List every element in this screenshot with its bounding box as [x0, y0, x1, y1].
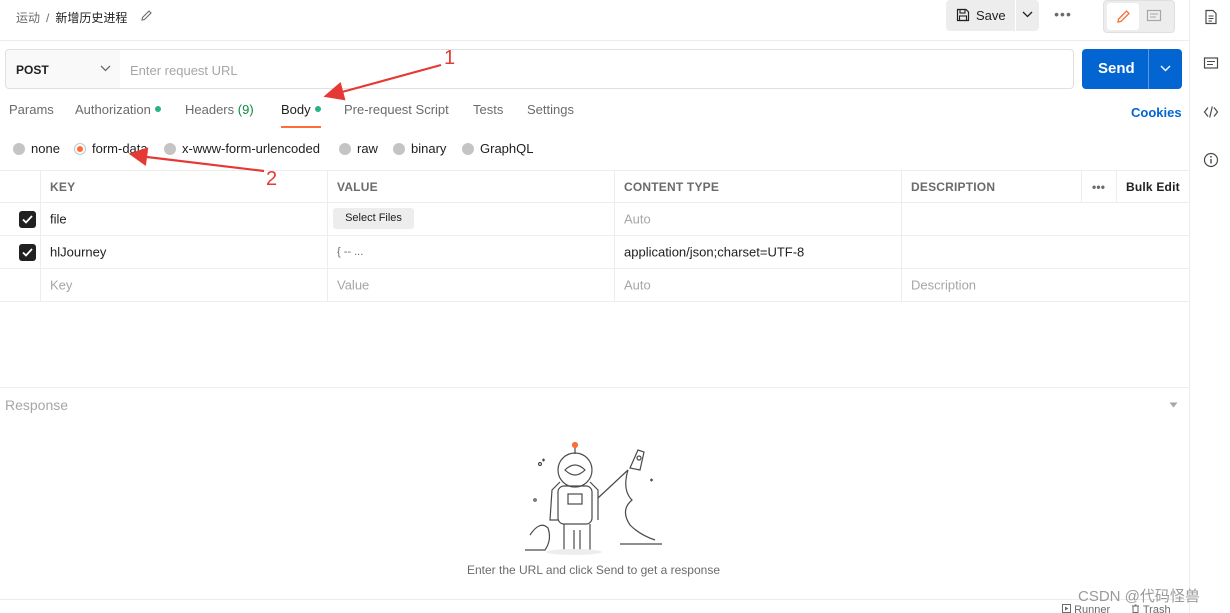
watermark: CSDN @代码怪兽: [1078, 588, 1200, 605]
tab-params[interactable]: Params: [9, 102, 54, 128]
floppy-disk-icon: [956, 8, 970, 22]
caret-down-icon[interactable]: [1169, 402, 1178, 408]
check-icon: [22, 248, 33, 257]
value-cell: Select Files: [328, 203, 615, 235]
table-row: hlJourney { -- ... application/json;char…: [0, 236, 1189, 269]
new-key-input[interactable]: Key: [41, 269, 328, 301]
body-type-x-www-form-urlencoded[interactable]: x-www-form-urlencoded: [164, 141, 320, 157]
response-empty-message: Enter the URL and click Send to get a re…: [466, 563, 721, 577]
value-cell[interactable]: { -- ...: [328, 236, 615, 268]
bulk-edit-button[interactable]: Bulk Edit: [1117, 171, 1189, 202]
radio-button[interactable]: [393, 143, 405, 155]
request-title[interactable]: 新增历史进程: [55, 11, 127, 25]
table-row: file Select Files Auto: [0, 203, 1189, 236]
radio-button[interactable]: [339, 143, 351, 155]
pencil-icon[interactable]: [140, 9, 154, 23]
save-label: Save: [976, 8, 1006, 23]
radio-button[interactable]: [13, 143, 25, 155]
body-type-raw[interactable]: raw: [339, 141, 378, 157]
key-cell[interactable]: hlJourney: [41, 236, 328, 268]
chevron-down-icon: [1022, 11, 1033, 18]
tab-headers[interactable]: Headers (9): [185, 102, 254, 128]
headers-count: (9): [237, 102, 254, 117]
breadcrumb-separator: /: [46, 11, 50, 25]
url-bar: [120, 49, 1074, 89]
select-files-button[interactable]: Select Files: [333, 208, 414, 229]
description-cell[interactable]: [902, 203, 1189, 235]
body-type-form-data[interactable]: form-data: [74, 141, 148, 157]
response-title: Response: [5, 397, 69, 413]
header-checkbox-column: [0, 171, 41, 202]
column-header-value: VALUE: [328, 171, 615, 202]
astronaut-illustration: [525, 441, 662, 555]
play-icon: [1062, 604, 1071, 613]
row-checkbox[interactable]: [19, 244, 36, 261]
send-button[interactable]: Send: [1082, 49, 1182, 89]
radio-button[interactable]: [164, 143, 176, 155]
new-description-input[interactable]: Description: [902, 269, 1189, 301]
body-type-graphql[interactable]: GraphQL: [462, 141, 533, 157]
more-actions-button[interactable]: •••: [1050, 6, 1076, 26]
row-checkbox-cell: [0, 203, 41, 235]
send-label: Send: [1098, 60, 1135, 77]
radio-button[interactable]: [462, 143, 474, 155]
chevron-down-icon: [100, 65, 111, 72]
save-button[interactable]: Save: [946, 0, 1015, 31]
code-icon[interactable]: [1203, 104, 1219, 120]
info-icon[interactable]: [1203, 152, 1219, 168]
body-type-binary[interactable]: binary: [393, 141, 446, 157]
annotation-label-1: 1: [444, 47, 456, 69]
column-header-content-type: CONTENT TYPE: [615, 171, 902, 202]
description-cell[interactable]: [902, 236, 1189, 268]
save-options-button[interactable]: [1016, 0, 1039, 31]
row-checkbox-cell: [0, 236, 41, 268]
arrow-2-shaft: [146, 155, 265, 173]
annotation-label-2: 2: [266, 168, 278, 190]
new-value-input[interactable]: Value: [328, 269, 615, 301]
column-header-key: KEY: [41, 171, 328, 202]
method-select[interactable]: POST: [5, 49, 121, 89]
footer-divider: [0, 599, 1189, 600]
pencil-icon: [1117, 10, 1130, 23]
tab-body[interactable]: Body: [281, 102, 321, 128]
status-dot: [314, 106, 321, 112]
new-content-type-input[interactable]: Auto: [615, 269, 902, 301]
edit-mode-button[interactable]: [1107, 3, 1139, 30]
chevron-down-icon[interactable]: [1160, 65, 1171, 72]
row-checkbox-cell: [0, 269, 41, 301]
send-divider: [1148, 49, 1149, 89]
column-header-description: DESCRIPTION: [911, 179, 996, 194]
request-header: 运动 / 新增历史进程 Save •••: [0, 0, 1190, 41]
table-header-row: KEY VALUE CONTENT TYPE DESCRIPTION ••• B…: [0, 170, 1189, 203]
documentation-icon[interactable]: [1203, 9, 1219, 25]
content-type-cell[interactable]: application/json;charset=UTF-8: [615, 236, 902, 268]
method-value: POST: [16, 63, 49, 77]
breadcrumb: 运动 / 新增历史进程: [16, 9, 127, 26]
table-row-new: Key Value Auto Description: [0, 269, 1189, 302]
tab-pre-request-script[interactable]: Pre-request Script: [344, 102, 449, 128]
right-sidebar: [1189, 0, 1230, 613]
content-type-cell[interactable]: Auto: [615, 203, 902, 235]
mode-toggle: [1103, 0, 1175, 33]
status-dot: [154, 106, 161, 112]
response-header[interactable]: Response: [0, 387, 1189, 422]
comment-icon[interactable]: [1203, 56, 1219, 72]
tab-tests[interactable]: Tests: [473, 102, 503, 128]
tab-authorization[interactable]: Authorization: [75, 102, 161, 128]
url-input[interactable]: [130, 60, 1030, 80]
check-icon: [22, 215, 33, 224]
column-options-button[interactable]: •••: [1081, 171, 1117, 202]
row-checkbox[interactable]: [19, 211, 36, 228]
breadcrumb-collection[interactable]: 运动: [16, 11, 40, 25]
tab-settings[interactable]: Settings: [527, 102, 574, 128]
comment-icon[interactable]: [1146, 9, 1162, 24]
key-cell[interactable]: file: [41, 203, 328, 235]
body-type-none[interactable]: none: [13, 141, 60, 157]
radio-button-selected[interactable]: [74, 143, 86, 155]
cookies-link[interactable]: Cookies: [1131, 105, 1182, 120]
